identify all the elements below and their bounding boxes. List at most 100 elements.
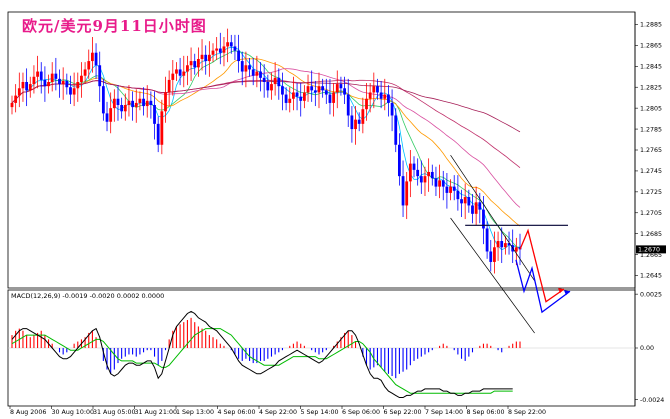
time-tick-label: 6 Sep 22:00 [384, 409, 422, 416]
candle-body [376, 86, 379, 93]
candle-body [357, 119, 361, 124]
candle-body [350, 115, 354, 130]
candle-body [178, 69, 182, 76]
candle-body [32, 76, 36, 85]
candle-body [105, 113, 109, 122]
candle-body [408, 163, 412, 182]
candle-body [87, 61, 91, 70]
candle-body [233, 46, 237, 51]
candle-body [452, 186, 456, 191]
price-tick-label: 1.2805 [640, 105, 662, 112]
candle-body [485, 228, 489, 252]
candle-body [193, 61, 197, 68]
candle-body [83, 69, 87, 76]
candle-body [401, 176, 405, 206]
candle-body [204, 54, 208, 62]
time-tick-label: 4 Sep 06:00 [218, 409, 256, 416]
candle-body [61, 80, 65, 85]
candle-body [365, 98, 368, 110]
candle-body [496, 241, 500, 248]
candle-body [175, 69, 178, 74]
candle-body [302, 92, 306, 101]
candle-body [456, 190, 460, 200]
candle-body [372, 86, 376, 93]
candle-body [361, 109, 365, 124]
candle-body [149, 100, 153, 106]
candle-body [21, 82, 25, 89]
candle-body [80, 75, 83, 82]
price-tick-label: 1.2765 [640, 147, 662, 154]
time-tick-label: 8 Sep 22:00 [508, 409, 546, 416]
time-tick-label: 8 Aug 2006 [10, 409, 46, 416]
candle-body [36, 71, 39, 77]
candle-body [335, 84, 339, 93]
candle-body [324, 90, 328, 95]
price-tick-label: 1.2785 [640, 126, 662, 133]
macd-tick-label: -0.0024 [640, 397, 664, 404]
candle-body [72, 88, 76, 95]
candle-body [94, 52, 98, 66]
time-tick-label: 5 Sep 14:00 [301, 409, 339, 416]
candle-body [412, 163, 416, 170]
candle-body [50, 73, 54, 82]
price-tick-label: 1.2685 [640, 231, 662, 238]
candle-body [142, 98, 145, 107]
candle-body [65, 80, 69, 88]
macd-label: MACD(12,26,9) -0.0019 -0.0020 0.0002 0.0… [11, 292, 164, 300]
price-tick-label: 1.2645 [640, 273, 662, 280]
price-tick-label: 1.2825 [640, 84, 662, 91]
candle-body [313, 90, 317, 93]
candle-body [167, 79, 171, 93]
candle-body [430, 171, 434, 179]
candle-body [25, 82, 29, 91]
candle-body [445, 186, 449, 193]
candle-body [471, 205, 474, 214]
candle-body [189, 61, 193, 66]
candle-body [295, 92, 299, 97]
candle-body [153, 105, 156, 124]
candle-body [423, 176, 427, 183]
candle-body [390, 102, 394, 116]
candle-body [54, 73, 58, 79]
candle-body [215, 48, 219, 51]
candle-body [10, 102, 14, 108]
candle-body [514, 247, 518, 252]
candle-body [47, 82, 50, 87]
candle-body [368, 92, 372, 99]
candle-body [310, 86, 314, 91]
candle-body [156, 123, 160, 145]
candle-body [449, 186, 452, 193]
chart-window: 欧元/美元9月11日小时图 1.2670 1.2885 1.2865 1.2845 1.… [0, 0, 670, 419]
candle-body [229, 42, 233, 47]
candle-body [460, 199, 463, 204]
time-tick-label: 6 Sep 06:00 [342, 409, 380, 416]
price-tick-label: 1.2745 [640, 168, 662, 175]
candle-body [171, 73, 175, 80]
candle-body [299, 96, 303, 101]
candle-body [434, 178, 438, 187]
time-tick-label: 4 Sep 22:00 [259, 409, 297, 416]
candle-body [237, 50, 240, 62]
candle-body [266, 82, 270, 91]
candle-body [427, 171, 431, 177]
candle-body [493, 247, 496, 262]
candle-body [182, 71, 186, 76]
candle-body [383, 94, 387, 99]
candle-body [262, 77, 266, 82]
candle-body [200, 54, 204, 59]
candle-body [134, 102, 138, 108]
candle-body [28, 84, 32, 91]
price-tick-label: 1.2885 [640, 22, 662, 29]
time-tick-label: 1 Sep 13:00 [176, 409, 214, 416]
candle-body [240, 61, 244, 72]
candle-body [226, 42, 230, 47]
time-tick-label: 31 Aug 21:00 [135, 409, 177, 416]
candle-body [109, 108, 113, 122]
price-tick-label: 1.2705 [640, 210, 662, 217]
candle-body [339, 84, 343, 89]
candle-body [244, 65, 248, 72]
macd-tick-label: 0.00 [640, 345, 654, 352]
candle-body [14, 95, 18, 103]
candle-body [416, 169, 420, 177]
candle-body [419, 176, 423, 183]
